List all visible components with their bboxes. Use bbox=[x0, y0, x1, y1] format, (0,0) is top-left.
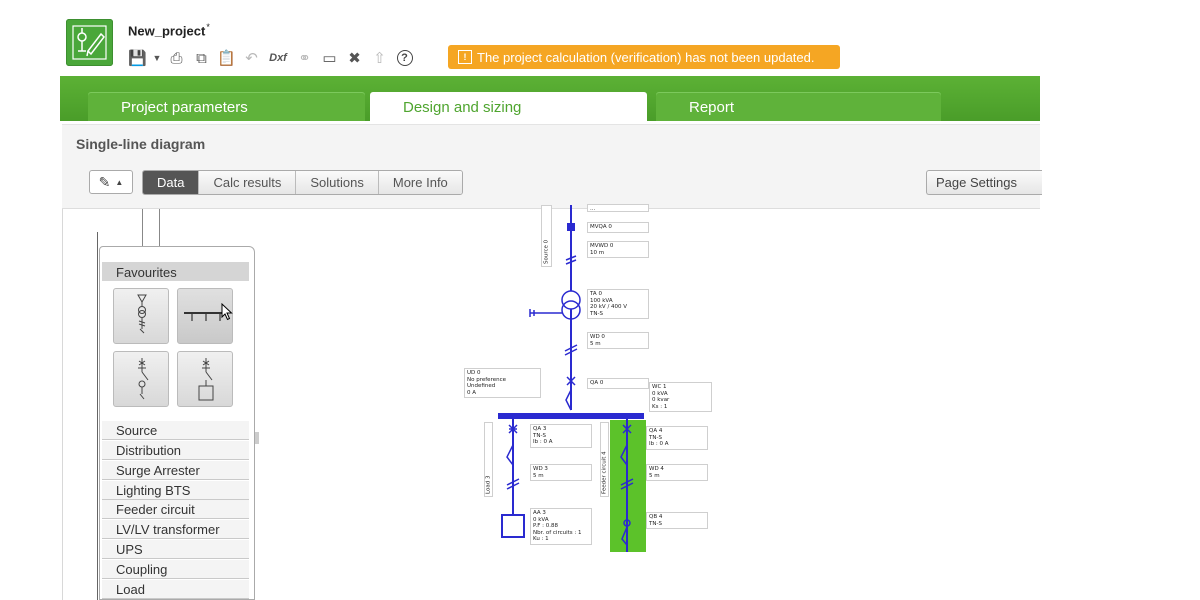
diagram-label-wd3[interactable]: WD 3 5 m bbox=[530, 464, 592, 481]
palette-category-coupling[interactable]: Coupling bbox=[102, 560, 249, 579]
palette-category-feeder-circuit[interactable]: Feeder circuit bbox=[102, 500, 249, 519]
app-window: New_project* 💾 ▼ ⎙ ⧉ 📋 ↶ Dxf ⚭ ▭ ✖ ⇧ ? !… bbox=[0, 0, 1200, 600]
diagram-label-wd0[interactable]: WD 0 5 m bbox=[587, 332, 649, 349]
main-tab-bar: Project parameters Design and sizing Rep… bbox=[60, 76, 1040, 122]
source-transformer-symbol-icon bbox=[137, 294, 147, 334]
pencil-icon: ✎ bbox=[98, 173, 111, 190]
tools-icon[interactable]: ✖ bbox=[344, 47, 365, 69]
diagram-label-mvqa[interactable]: MVQA 0 bbox=[587, 222, 649, 233]
fav-source-transformer-tile[interactable] bbox=[113, 288, 169, 344]
diagram-label-qb4[interactable]: QB 4 TN-S bbox=[646, 512, 708, 529]
palette-category-lighting-bts[interactable]: Lighting BTS bbox=[102, 481, 249, 500]
copy-icon[interactable]: ⧉ bbox=[191, 47, 212, 69]
favourites-header[interactable]: Favourites bbox=[102, 262, 249, 281]
view-mode-selector: Data Calc results Solutions More Info bbox=[142, 170, 463, 195]
palette-category-source[interactable]: Source bbox=[102, 421, 249, 440]
project-name: New_project* bbox=[128, 22, 210, 39]
diagram-label-aa3[interactable]: AA 3 0 kVA P.F : 0.88 Nbr. of circuits :… bbox=[530, 508, 592, 545]
view-more-info-button[interactable]: More Info bbox=[378, 171, 462, 194]
palette-connector bbox=[159, 209, 160, 246]
save-icon[interactable]: 💾 bbox=[127, 47, 148, 69]
fav-feeder-breaker-tile[interactable] bbox=[113, 351, 169, 407]
app-logo[interactable] bbox=[66, 19, 113, 66]
upload-icon[interactable]: ⇧ bbox=[369, 47, 390, 69]
panel-title: Single-line diagram bbox=[76, 136, 206, 152]
diagram-label-wd4[interactable]: WD 4 5 m bbox=[646, 464, 708, 481]
fav-feeder-load-tile[interactable] bbox=[177, 351, 233, 407]
main-toolbar: 💾 ▼ ⎙ ⧉ 📋 ↶ Dxf ⚭ ▭ ✖ ⇧ ? bbox=[127, 46, 415, 70]
diagram-label-top[interactable]: ... bbox=[587, 204, 649, 212]
palette-category-distribution[interactable]: Distribution bbox=[102, 441, 249, 460]
package-icon[interactable]: ▭ bbox=[319, 47, 340, 69]
diagram-label-wc[interactable]: WC 1 0 kVA 0 kvar Ks : 1 bbox=[649, 382, 712, 412]
dxf-export-icon[interactable]: Dxf bbox=[266, 47, 290, 69]
tab-project-parameters[interactable]: Project parameters bbox=[88, 92, 365, 121]
diagram-label-qa3[interactable]: QA 3 TN-S Ib : 0 A bbox=[530, 424, 592, 448]
paste-icon[interactable]: 📋 bbox=[216, 47, 237, 69]
diagram-label-feeder-circuit[interactable]: Feeder circuit 4 bbox=[600, 422, 609, 497]
panel-header bbox=[62, 124, 1040, 209]
view-data-button[interactable]: Data bbox=[143, 171, 200, 194]
view-solutions-button[interactable]: Solutions bbox=[296, 171, 379, 194]
caret-up-icon: ▲ bbox=[115, 177, 124, 187]
diagram-label-qa0[interactable]: QA 0 bbox=[587, 378, 649, 389]
palette-category-load[interactable]: Load bbox=[102, 580, 249, 599]
calculation-warning-banner[interactable]: ! The project calculation (verification)… bbox=[448, 45, 840, 69]
palette-edge bbox=[97, 232, 98, 600]
mouse-pointer-icon bbox=[221, 303, 233, 321]
undo-icon[interactable]: ↶ bbox=[241, 47, 262, 69]
palette-scroll-grip[interactable] bbox=[255, 432, 259, 444]
diagram-label-source[interactable]: Source 0 bbox=[541, 205, 552, 267]
warning-text: The project calculation (verification) h… bbox=[477, 49, 815, 65]
page-settings-button[interactable]: Page Settings bbox=[926, 170, 1042, 195]
diagram-edit-icon bbox=[72, 25, 107, 60]
palette-category-surge-arrester[interactable]: Surge Arrester bbox=[102, 461, 249, 480]
diagram-label-load[interactable]: Load 3 bbox=[484, 422, 493, 497]
diagram-label-ud[interactable]: UD 0 No preference Undefined 0 A bbox=[464, 368, 541, 398]
feeder-load-symbol-icon bbox=[198, 358, 214, 401]
palette-connector bbox=[142, 209, 143, 246]
dropdown-caret-icon[interactable]: ▼ bbox=[152, 47, 162, 69]
edit-mode-button[interactable]: ✎ ▲ bbox=[89, 170, 133, 194]
print-icon[interactable]: ⎙ bbox=[166, 47, 187, 69]
tab-design-and-sizing[interactable]: Design and sizing bbox=[370, 92, 647, 122]
palette-category-lv-lv-transformer[interactable]: LV/LV transformer bbox=[102, 520, 249, 539]
tab-report[interactable]: Report bbox=[656, 92, 941, 121]
diagram-label-ta[interactable]: TA 0 100 kVA 20 kV / 400 V TN-S bbox=[587, 289, 649, 319]
help-icon[interactable]: ? bbox=[394, 47, 415, 69]
diagram-label-qa4[interactable]: QA 4 TN-S Ib : 0 A bbox=[646, 426, 708, 450]
single-line-diagram[interactable]: ... MVQA 0 MVWD 0 10 m Source 0 TA 0 100… bbox=[440, 204, 740, 600]
warning-document-icon: ! bbox=[458, 50, 472, 64]
view-calc-results-button[interactable]: Calc results bbox=[199, 171, 297, 194]
link-icon[interactable]: ⚭ bbox=[294, 47, 315, 69]
diagram-label-mvwd[interactable]: MVWD 0 10 m bbox=[587, 241, 649, 258]
palette-category-ups[interactable]: UPS bbox=[102, 540, 249, 559]
feeder-breaker-symbol-icon bbox=[138, 358, 149, 400]
